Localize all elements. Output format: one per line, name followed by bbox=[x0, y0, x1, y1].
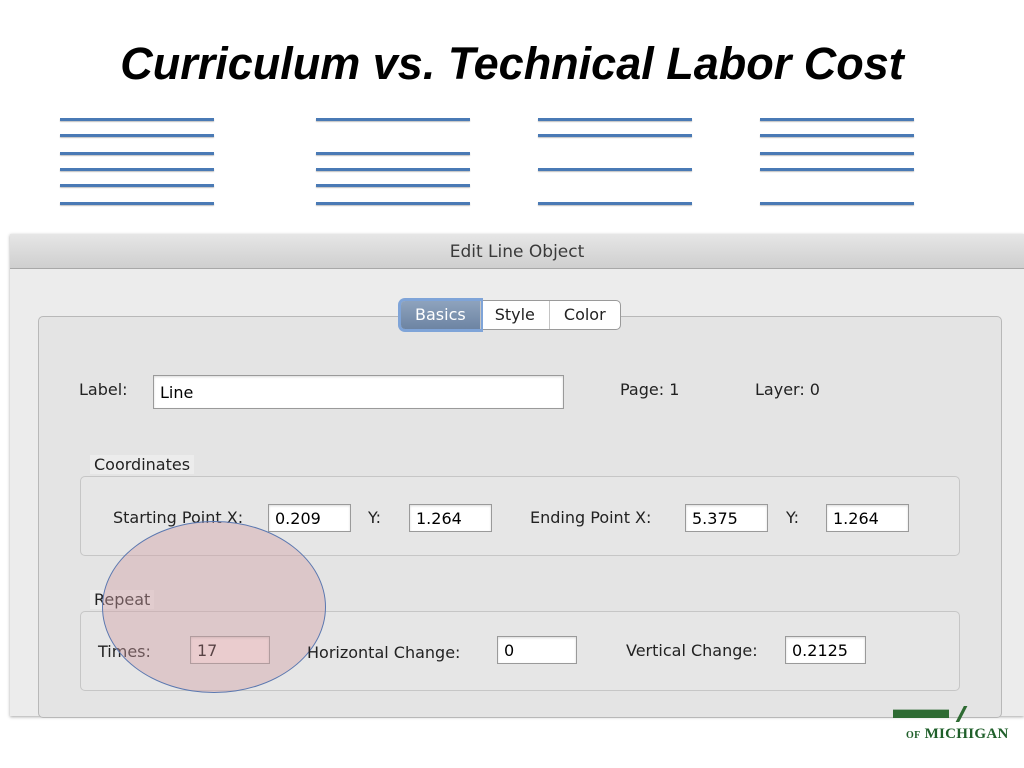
repeated-line bbox=[538, 168, 692, 171]
label-caption: Label: bbox=[79, 380, 128, 399]
vertical-change-field[interactable]: 0.2125 bbox=[785, 636, 866, 664]
repeated-line bbox=[316, 168, 470, 171]
repeated-line bbox=[316, 118, 470, 121]
repeated-line bbox=[760, 168, 914, 171]
start-x-field[interactable]: 0.209 bbox=[268, 504, 351, 532]
repeated-line bbox=[760, 118, 914, 121]
end-x-label: Ending Point X: bbox=[530, 508, 652, 527]
horizontal-change-label: Horizontal Change: bbox=[307, 643, 461, 662]
line-stack-4 bbox=[760, 110, 914, 210]
page-number: Page: 1 bbox=[620, 380, 680, 399]
repeated-line bbox=[538, 202, 692, 205]
end-y-label: Y: bbox=[786, 508, 800, 527]
repeated-line bbox=[60, 168, 214, 171]
repeated-line bbox=[316, 184, 470, 187]
repeated-line bbox=[60, 134, 214, 137]
slide-title: Curriculum vs. Technical Labor Cost bbox=[120, 38, 904, 89]
dialog-title: Edit Line Object bbox=[10, 234, 1024, 269]
repeated-line bbox=[538, 118, 692, 121]
logo-prefix: OF bbox=[906, 730, 921, 741]
logo-name: MICHIGAN bbox=[924, 726, 1009, 742]
end-y-field[interactable]: 1.264 bbox=[826, 504, 909, 532]
repeated-line bbox=[316, 202, 470, 205]
start-y-label: Y: bbox=[368, 508, 382, 527]
repeated-line bbox=[760, 152, 914, 155]
repeated-line bbox=[60, 184, 214, 187]
tab-style[interactable]: Style bbox=[479, 301, 549, 329]
coordinates-label: Coordinates bbox=[90, 455, 195, 474]
horizontal-change-field[interactable]: 0 bbox=[497, 636, 577, 664]
tab-basics[interactable]: Basics bbox=[401, 301, 480, 329]
line-stack-2 bbox=[316, 110, 470, 210]
university-logo: OF MICHIGAN bbox=[906, 726, 1009, 743]
line-stack-1 bbox=[60, 110, 214, 210]
logo-graphic: ▬▬ ╱ bbox=[893, 706, 973, 722]
start-y-field[interactable]: 1.264 bbox=[409, 504, 492, 532]
repeated-line bbox=[60, 202, 214, 205]
repeated-line bbox=[760, 134, 914, 137]
repeated-line bbox=[538, 134, 692, 137]
repeated-line bbox=[60, 118, 214, 121]
repeated-line bbox=[316, 152, 470, 155]
repeated-line bbox=[60, 152, 214, 155]
highlight-circle bbox=[102, 521, 326, 693]
vertical-change-label: Vertical Change: bbox=[626, 641, 758, 660]
layer-number: Layer: 0 bbox=[755, 380, 820, 399]
tab-color[interactable]: Color bbox=[548, 301, 620, 329]
tab-bar: Basics Style Color bbox=[400, 300, 621, 330]
repeated-line bbox=[760, 202, 914, 205]
line-stack-3 bbox=[538, 110, 692, 210]
end-x-field[interactable]: 5.375 bbox=[685, 504, 768, 532]
label-field[interactable]: Line bbox=[153, 375, 564, 409]
